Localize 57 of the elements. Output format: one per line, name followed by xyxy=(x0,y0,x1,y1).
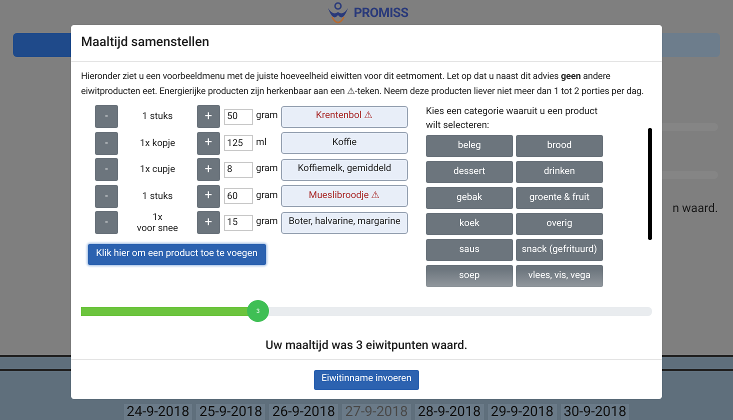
product-button[interactable]: Koffie xyxy=(281,132,408,154)
submit-button[interactable]: Eiwitinname invoeren xyxy=(314,370,420,390)
amount-field[interactable]: 15 xyxy=(224,214,253,230)
amount-field[interactable]: 125 xyxy=(224,135,253,151)
portion-text: 1 stuks xyxy=(141,190,174,202)
category-button[interactable]: groente & fruit xyxy=(516,187,603,209)
plus-button[interactable]: + xyxy=(197,105,220,128)
result-text: Uw maaltijd was 3 eiwitpunten waard. xyxy=(265,337,468,354)
unit-text: ml xyxy=(255,136,268,150)
product-button[interactable]: Mueslibroodje ⚠ xyxy=(281,185,408,207)
logo-text: PROMISS xyxy=(354,5,408,24)
minus-button[interactable]: - xyxy=(95,211,118,234)
unit-text: gram xyxy=(255,188,279,203)
minus-button[interactable]: - xyxy=(95,132,118,154)
product-button[interactable]: Koffiemelk, gemiddeld xyxy=(281,158,408,180)
date-tab[interactable]: 28-9-2018 xyxy=(414,404,484,420)
portion-text: 1x cupje xyxy=(138,164,176,175)
category-button[interactable]: vlees, vis, vega xyxy=(516,265,603,287)
category-button[interactable]: brood xyxy=(516,135,603,157)
plus-button[interactable]: + xyxy=(197,184,220,208)
category-button[interactable]: koek xyxy=(426,213,513,235)
plus-button[interactable]: + xyxy=(197,158,220,181)
date-tab[interactable]: 24-9-2018 xyxy=(124,404,192,420)
date-tab[interactable]: 29-9-2018 xyxy=(488,404,557,420)
add-product-button[interactable]: Klik hier om een product toe te voegen xyxy=(88,244,266,265)
dialog-title: Maaltijd samenstellen xyxy=(81,34,210,52)
minus-button[interactable]: - xyxy=(95,184,118,208)
amount-field[interactable]: 60 xyxy=(224,188,253,204)
intro-text: Hieronder ziet u een voorbeeldmenu met de juiste hoeveelheid eiwitten voor dit eetmoment. Let op dat u naast dit advies geen andere eiwitproducten eet. Energierijke producten zijn herkenbaar aan een ⚠-teken. Neem deze producten liever niet meer dan 1 tot 2 porties per dag. xyxy=(81,70,645,99)
portion-text: 1x kopje xyxy=(138,138,176,148)
plus-button[interactable]: + xyxy=(197,132,220,154)
category-button[interactable]: drinken xyxy=(516,161,603,183)
portion-text: 1x voor snee xyxy=(136,212,180,234)
category-prompt: Kies een categorie waaruit u een product wilt selecteren: xyxy=(426,105,599,133)
category-button[interactable]: beleg xyxy=(426,135,513,157)
category-button[interactable]: dessert xyxy=(426,161,513,183)
product-button[interactable]: Boter, halvarine, margarine xyxy=(281,212,408,234)
date-tab[interactable]: 30-9-2018 xyxy=(560,404,630,420)
scrollbar[interactable] xyxy=(648,128,652,240)
unit-text: gram xyxy=(255,109,279,124)
amount-field[interactable]: 50 xyxy=(224,108,253,124)
category-button[interactable]: overig xyxy=(516,213,603,235)
date-tab[interactable]: 25-9-2018 xyxy=(196,404,266,420)
amount-field[interactable]: 8 xyxy=(224,162,253,178)
unit-text: gram xyxy=(255,162,279,176)
minus-button[interactable]: - xyxy=(95,105,118,128)
category-button[interactable]: snack (gefrituurd) xyxy=(516,239,603,261)
minus-button[interactable]: - xyxy=(95,158,118,181)
portion-text: 1 stuks xyxy=(141,111,174,122)
date-tab[interactable]: 26-9-2018 xyxy=(269,404,338,420)
background-text: n waard. xyxy=(672,200,718,217)
category-button[interactable]: soep xyxy=(426,265,513,287)
unit-text: gram xyxy=(255,215,279,230)
category-button[interactable]: gebak xyxy=(426,187,513,209)
category-button[interactable]: saus xyxy=(426,239,513,261)
plus-button[interactable]: + xyxy=(197,211,220,234)
product-button[interactable]: Krentenbol ⚠ xyxy=(281,106,408,128)
